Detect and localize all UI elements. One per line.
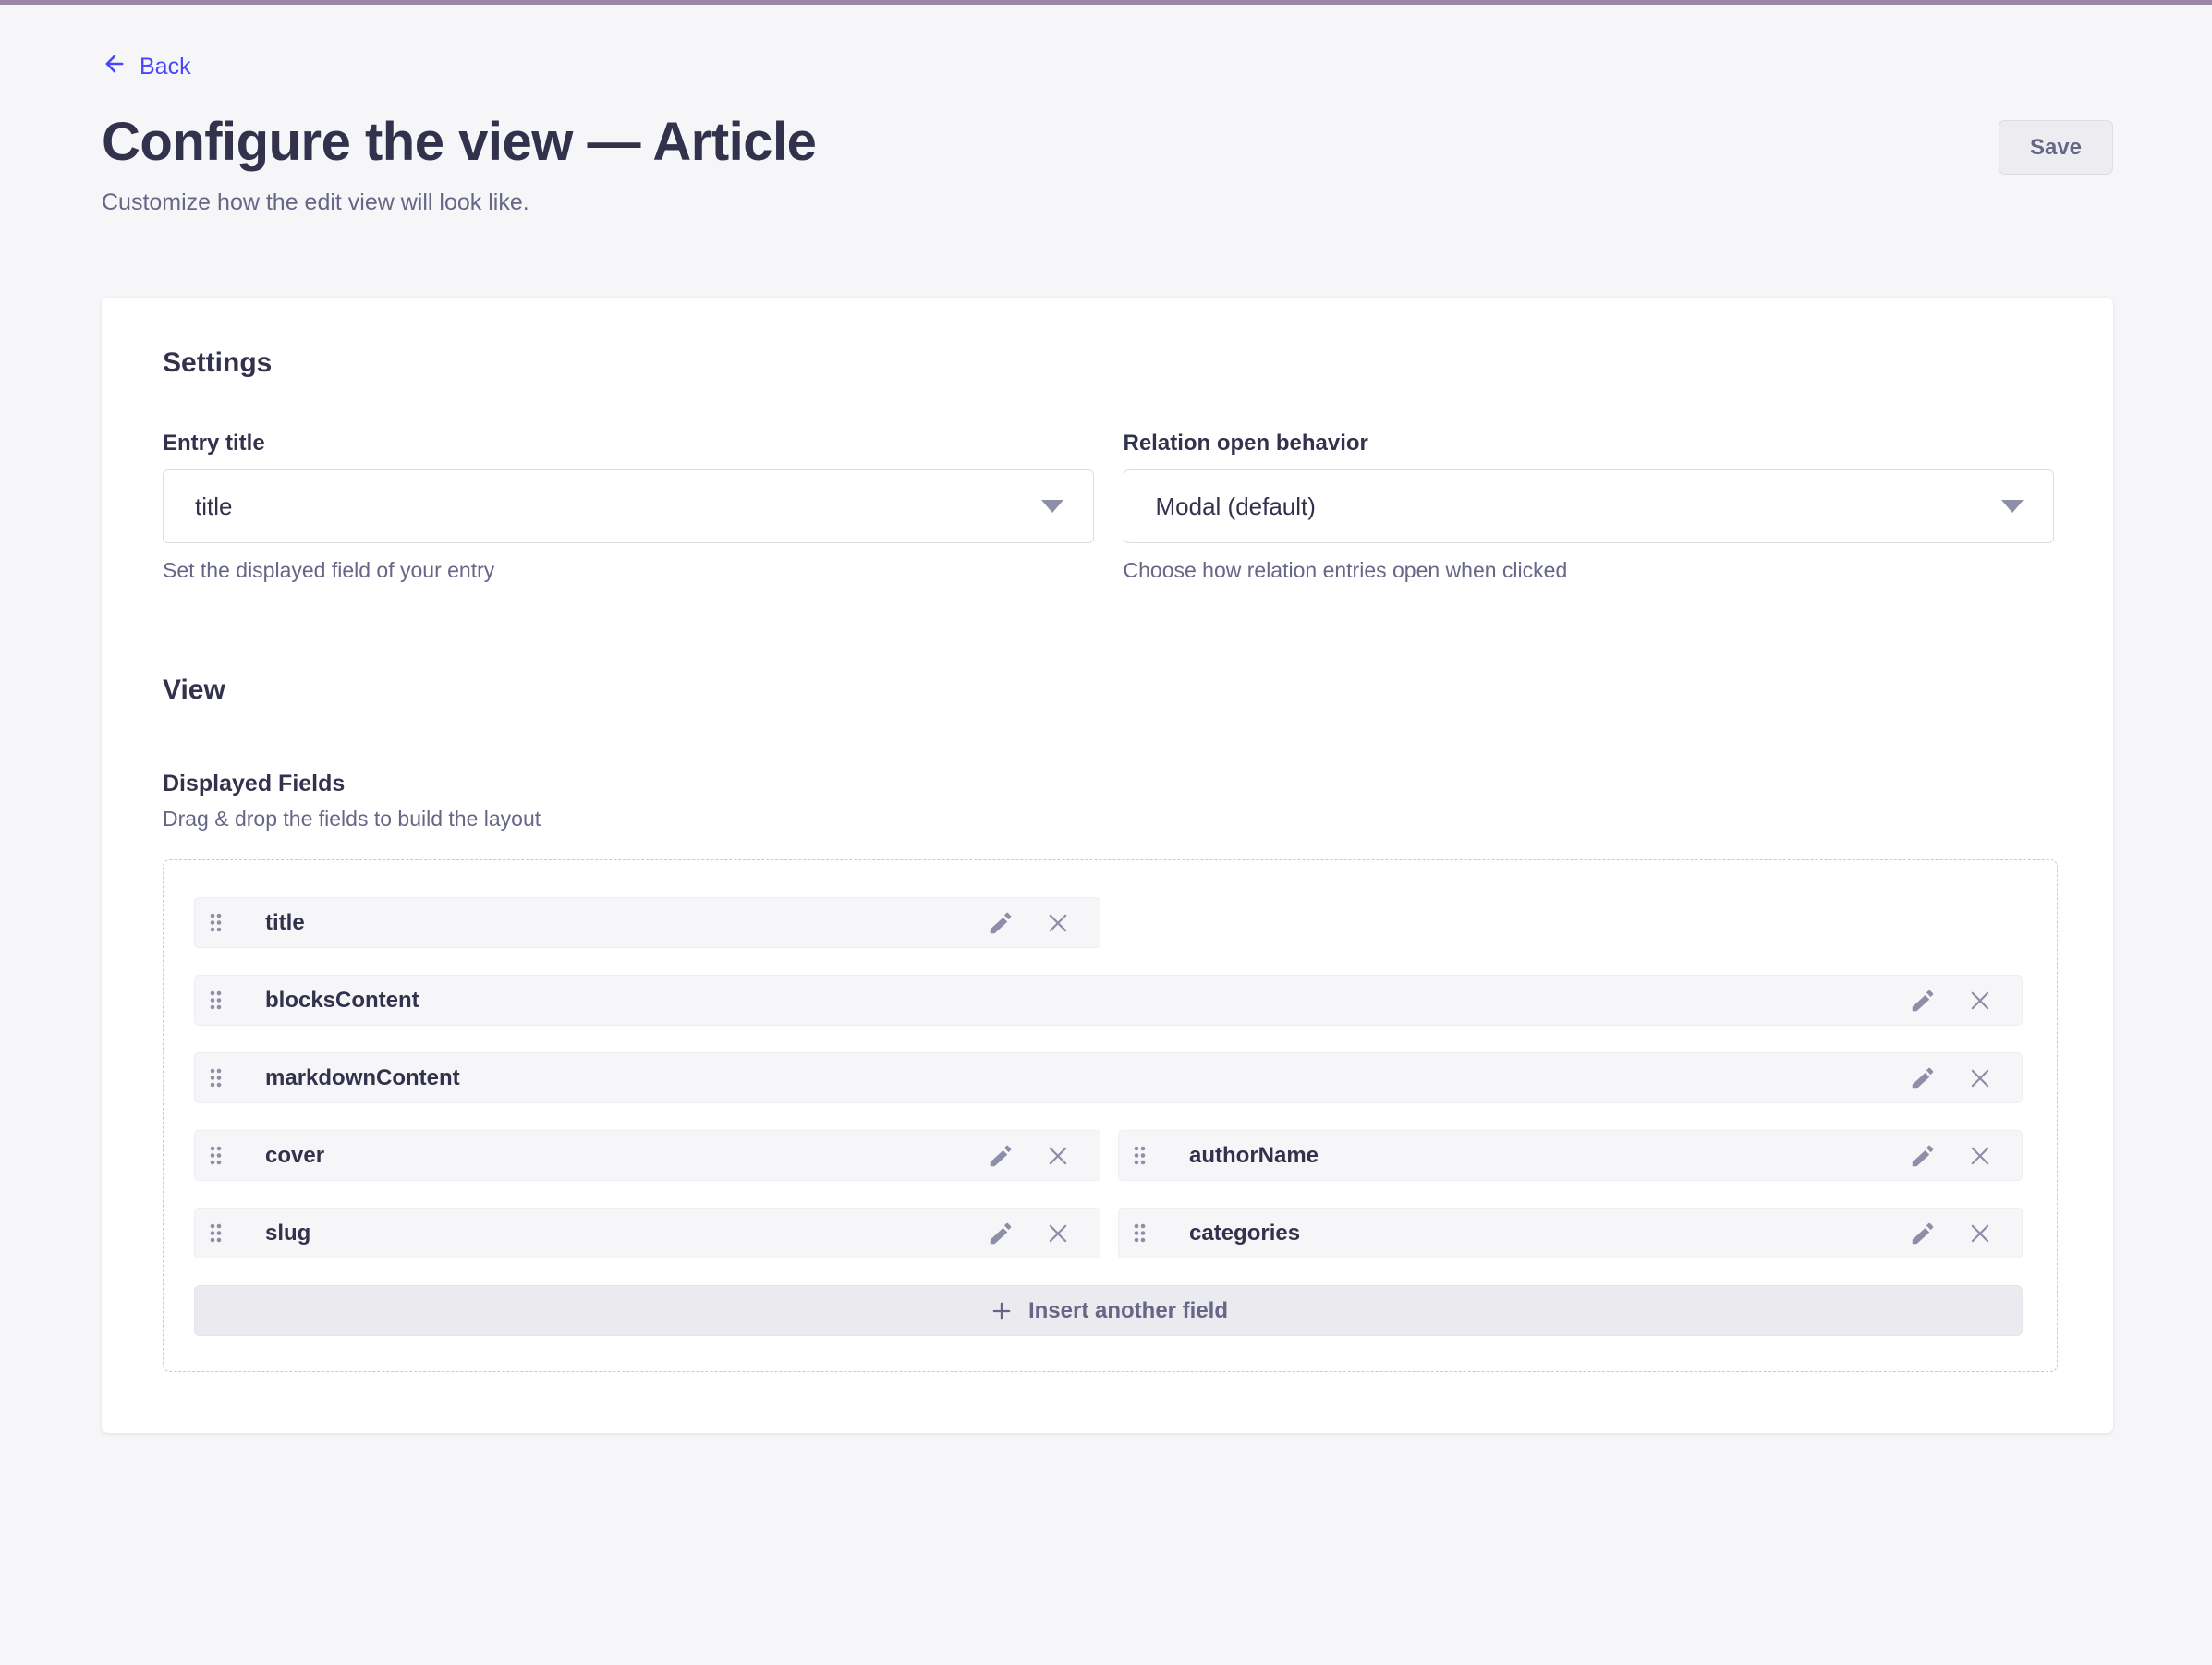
relation-behavior-value: Modal (default) xyxy=(1156,492,1316,521)
edit-field-button[interactable] xyxy=(1909,987,1937,1015)
field-card-blocksContent[interactable]: blocksContent xyxy=(194,975,2023,1026)
remove-field-button[interactable] xyxy=(1966,1064,1994,1092)
drag-handle-icon[interactable] xyxy=(195,1131,237,1180)
fields-dropzone: title blocksContent xyxy=(163,859,2058,1372)
field-card-cover[interactable]: cover xyxy=(194,1130,1100,1181)
remove-field-button[interactable] xyxy=(1044,1220,1072,1247)
back-label: Back xyxy=(140,54,191,80)
field-layout-row: markdownContent xyxy=(194,1052,2023,1103)
pencil-icon xyxy=(987,1236,1015,1250)
page-subtitle: Customize how the edit view will look li… xyxy=(102,189,2113,216)
drag-handle-icon[interactable] xyxy=(1119,1131,1161,1180)
close-icon xyxy=(1044,1159,1072,1173)
edit-field-button[interactable] xyxy=(1909,1064,1937,1092)
insert-field-label: Insert another field xyxy=(1028,1298,1228,1324)
entry-title-value: title xyxy=(195,492,232,521)
configure-view-page: Back Save Configure the view — Article C… xyxy=(102,5,2113,1433)
entry-title-hint: Set the displayed field of your entry xyxy=(163,558,1094,583)
entry-title-label: Entry title xyxy=(163,431,1094,456)
settings-form: Entry title title Set the displayed fiel… xyxy=(163,431,2054,583)
pencil-icon xyxy=(1909,1081,1937,1095)
pencil-icon xyxy=(987,926,1015,940)
field-card-authorName[interactable]: authorName xyxy=(1118,1130,2023,1181)
field-name: title xyxy=(265,910,987,936)
field-card-categories[interactable]: categories xyxy=(1118,1208,2023,1258)
edit-field-button[interactable] xyxy=(1909,1220,1937,1247)
close-icon xyxy=(1966,1081,1994,1095)
close-icon xyxy=(1966,1003,1994,1017)
field-card-markdownContent[interactable]: markdownContent xyxy=(194,1052,2023,1103)
drag-handle-icon[interactable] xyxy=(195,898,237,947)
arrow-left-icon xyxy=(102,51,128,83)
configuration-card: Settings Entry title title Set the displ… xyxy=(102,298,2113,1433)
close-icon xyxy=(1044,926,1072,940)
close-icon xyxy=(1966,1236,1994,1250)
caret-down-icon xyxy=(1041,500,1063,513)
edit-field-button[interactable] xyxy=(987,909,1015,937)
remove-field-button[interactable] xyxy=(1044,1142,1072,1170)
pencil-icon xyxy=(987,1159,1015,1173)
remove-field-button[interactable] xyxy=(1966,987,1994,1015)
entry-title-select[interactable]: title xyxy=(163,469,1094,543)
edit-field-button[interactable] xyxy=(987,1220,1015,1247)
edit-field-button[interactable] xyxy=(987,1142,1015,1170)
drag-handle-icon[interactable] xyxy=(195,976,237,1025)
relation-behavior-label: Relation open behavior xyxy=(1124,431,2055,456)
close-icon xyxy=(1044,1236,1072,1250)
settings-heading: Settings xyxy=(163,347,2054,379)
drag-handle-icon[interactable] xyxy=(1119,1209,1161,1258)
page-title: Configure the view — Article xyxy=(102,111,2113,173)
drag-handle-icon[interactable] xyxy=(195,1053,237,1102)
field-name: authorName xyxy=(1189,1143,1909,1169)
field-card-slug[interactable]: slug xyxy=(194,1208,1100,1258)
field-name: slug xyxy=(265,1221,987,1246)
field-layout-row: blocksContent xyxy=(194,975,2023,1026)
entry-title-field: Entry title title Set the displayed fiel… xyxy=(163,431,1094,583)
drag-handle-icon[interactable] xyxy=(195,1209,237,1258)
close-icon xyxy=(1966,1159,1994,1173)
field-name: blocksContent xyxy=(265,988,1909,1014)
pencil-icon xyxy=(1909,1236,1937,1250)
relation-behavior-hint: Choose how relation entries open when cl… xyxy=(1124,558,2055,583)
field-card-title[interactable]: title xyxy=(194,897,1100,948)
edit-field-button[interactable] xyxy=(1909,1142,1937,1170)
relation-behavior-select[interactable]: Modal (default) xyxy=(1124,469,2055,543)
pencil-icon xyxy=(1909,1159,1937,1173)
save-button[interactable]: Save xyxy=(1999,120,2113,175)
displayed-fields-hint: Drag & drop the fields to build the layo… xyxy=(163,807,2054,832)
field-layout-row: title xyxy=(194,897,2023,948)
caret-down-icon xyxy=(2001,500,2024,513)
field-name: cover xyxy=(265,1143,987,1169)
pencil-icon xyxy=(1909,1003,1937,1017)
field-name: categories xyxy=(1189,1221,1909,1246)
remove-field-button[interactable] xyxy=(1966,1142,1994,1170)
field-layout-row: slug categories xyxy=(194,1208,2023,1258)
remove-field-button[interactable] xyxy=(1044,909,1072,937)
insert-field-button[interactable]: Insert another field xyxy=(194,1285,2023,1336)
displayed-fields-title: Displayed Fields xyxy=(163,771,2054,797)
view-heading: View xyxy=(163,675,2054,706)
remove-field-button[interactable] xyxy=(1966,1220,1994,1247)
field-name: markdownContent xyxy=(265,1065,1909,1091)
plus-icon xyxy=(989,1298,1015,1324)
back-link[interactable]: Back xyxy=(102,51,191,83)
field-layout-row: cover authorName xyxy=(194,1130,2023,1181)
relation-behavior-field: Relation open behavior Modal (default) C… xyxy=(1124,431,2055,583)
